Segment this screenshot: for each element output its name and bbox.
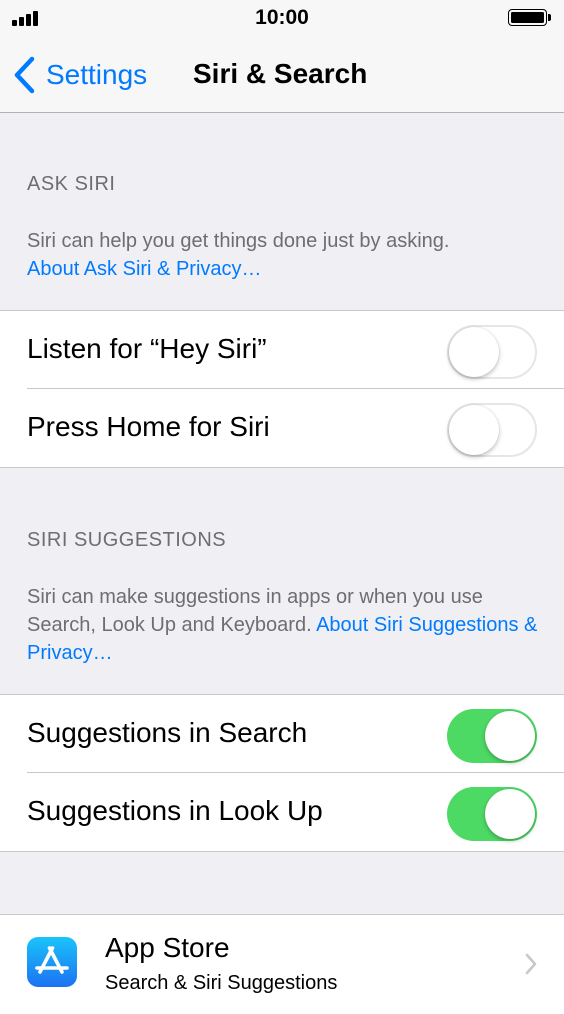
- suggestions-in-search-row: Suggestions in Search: [0, 695, 564, 773]
- listen-hey-siri-row: Listen for “Hey Siri”: [0, 311, 564, 389]
- press-home-siri-toggle[interactable]: [447, 403, 537, 457]
- battery-icon: [508, 9, 554, 28]
- listen-hey-siri-label: Listen for “Hey Siri”: [27, 333, 267, 364]
- chevron-right-icon: [525, 953, 537, 975]
- status-bar: 10:00: [0, 0, 564, 40]
- ask-siri-group: Listen for “Hey Siri” Press Home for Sir…: [0, 310, 564, 468]
- ask-siri-description: Siri can help you get things done just b…: [27, 227, 547, 283]
- app-row-app-store[interactable]: App Store Search & Siri Suggestions: [0, 915, 564, 1001]
- toggle-knob: [449, 327, 499, 377]
- siri-suggestions-header: SIRI SUGGESTIONS: [27, 529, 227, 551]
- siri-suggestions-description: Siri can make suggestions in apps or whe…: [27, 583, 547, 667]
- ask-siri-header: ASK SIRI: [27, 173, 116, 195]
- navigation-bar: Settings Siri & Search: [0, 40, 564, 113]
- suggestions-in-look-up-row: Suggestions in Look Up: [0, 773, 564, 851]
- back-button[interactable]: Settings: [12, 55, 147, 95]
- press-home-siri-label: Press Home for Siri: [27, 411, 270, 442]
- toggle-knob: [485, 789, 535, 839]
- chevron-left-icon: [14, 56, 35, 94]
- status-time: 10:00: [255, 6, 309, 29]
- back-button-label: Settings: [46, 59, 148, 90]
- suggestions-in-search-label: Suggestions in Search: [27, 717, 308, 748]
- suggestions-in-look-up-toggle[interactable]: [447, 787, 537, 841]
- ask-siri-description-text: Siri can help you get things done just b…: [27, 230, 450, 252]
- app-store-icon: [27, 937, 77, 987]
- toggle-knob: [449, 405, 499, 455]
- press-home-siri-row: Press Home for Siri: [0, 389, 564, 467]
- app-name: App Store: [105, 932, 230, 963]
- page-title: Siri & Search: [193, 58, 368, 89]
- about-ask-siri-privacy-link[interactable]: About Ask Siri & Privacy…: [27, 258, 262, 280]
- listen-hey-siri-toggle[interactable]: [447, 325, 537, 379]
- suggestions-in-look-up-label: Suggestions in Look Up: [27, 795, 323, 826]
- toggle-knob: [485, 711, 535, 761]
- suggestions-in-search-toggle[interactable]: [447, 709, 537, 763]
- siri-suggestions-group: Suggestions in Search Suggestions in Loo…: [0, 694, 564, 852]
- app-subtitle: Search & Siri Suggestions: [105, 972, 338, 994]
- apps-group: App Store Search & Siri Suggestions: [0, 914, 564, 1014]
